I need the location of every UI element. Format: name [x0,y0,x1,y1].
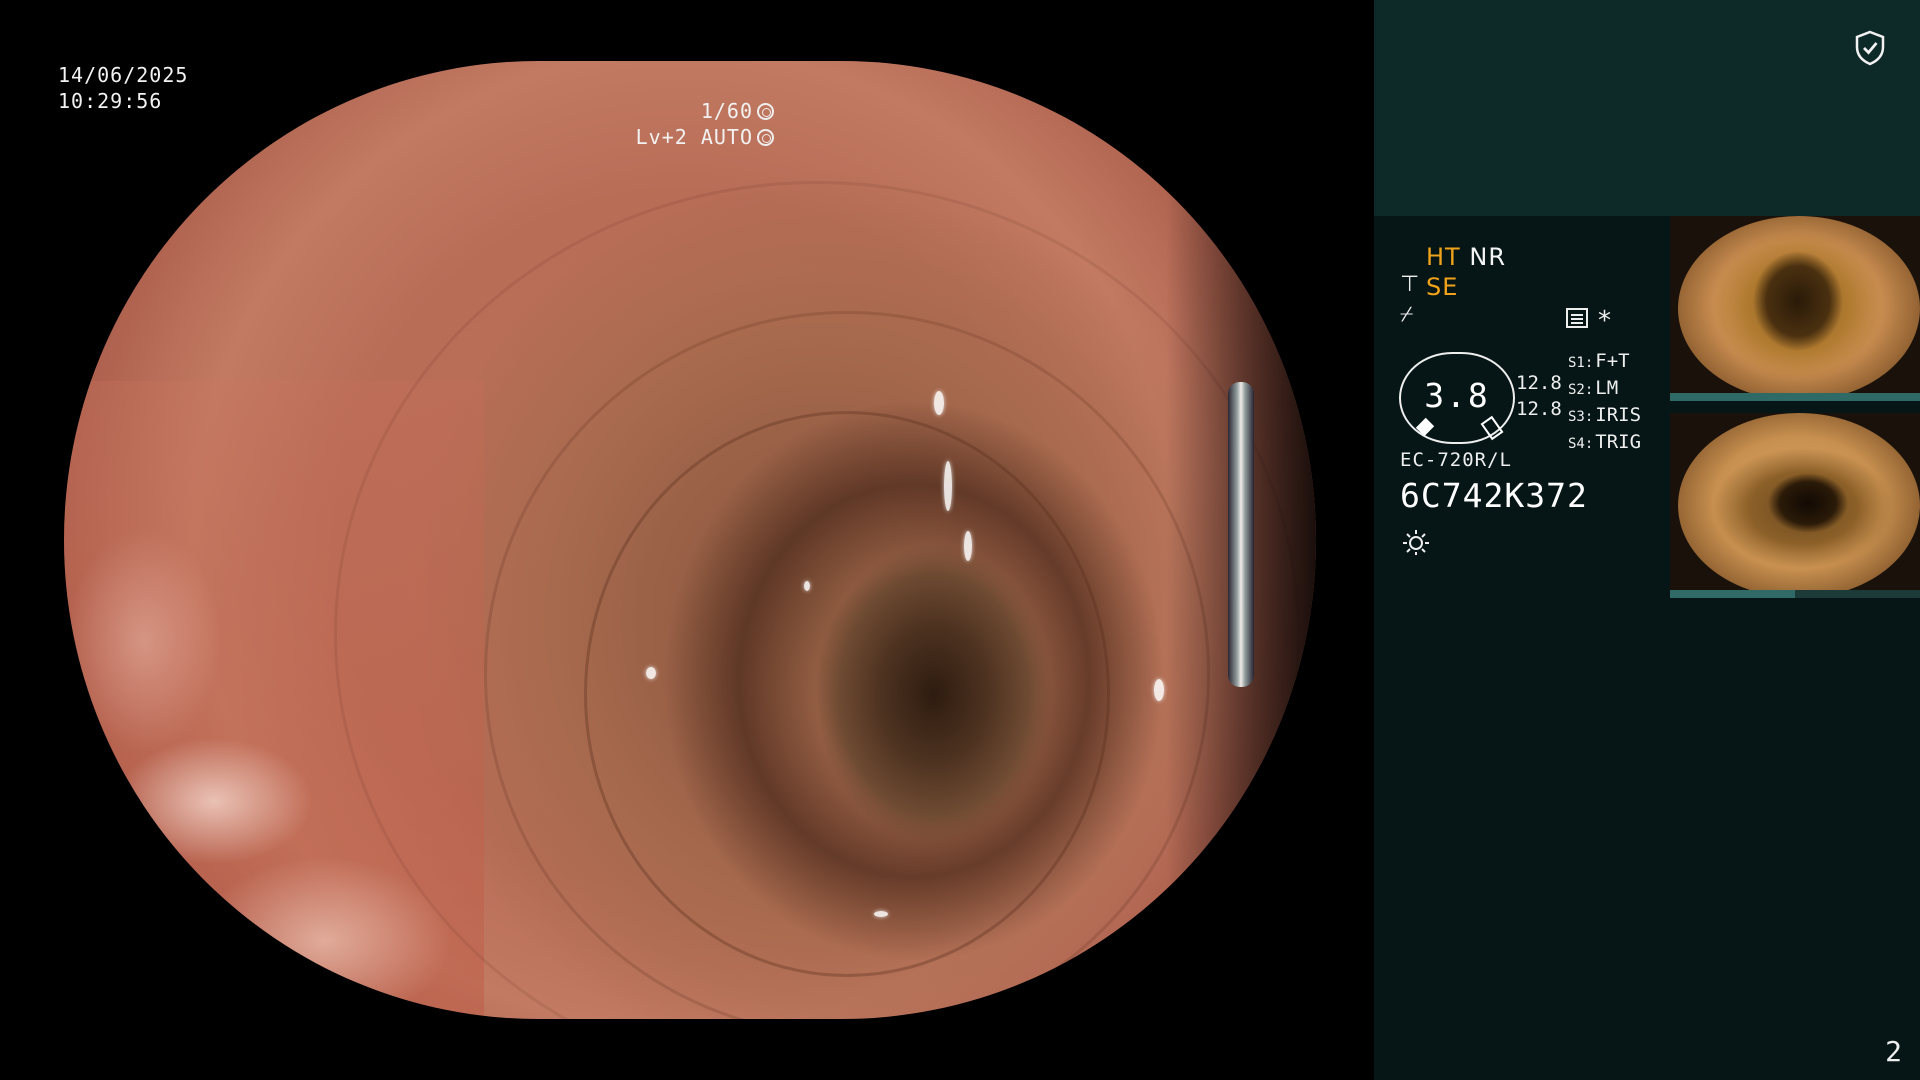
thumbnail-image [1678,216,1920,401]
auto-iris-icon [757,128,774,146]
specular-highlight [874,911,888,917]
scope-serial: 6C742K372 [1400,476,1588,515]
thumbnail-2[interactable] [1670,413,1920,598]
specular-highlight [944,461,952,511]
thumbnail-image [1678,413,1920,598]
mode-ht-nr: HT NR [1426,243,1506,271]
mode-se: SE [1426,273,1458,301]
setting-row: S4: TRIG [1568,431,1642,453]
instrument-tip [1228,382,1254,687]
switch-settings: S1: F+T S2: LM S3: IRIS S4: TRIG [1568,349,1641,457]
brightness-dial: 3.8 [1399,352,1515,444]
shutter-row: 1/60 [554,98,774,124]
scope-model: EC-720R/L [1400,449,1512,471]
time-text: 10:29:56 [58,89,163,113]
thumbnail-progress [1670,393,1920,401]
info-panel: HT NR ⊤ SE ⌿ * 3.8 12.8 12.8 S1: F+T S2: L… [1374,0,1920,1080]
shutter-text: 1/60 [700,99,753,123]
dial-value: 3.8 [1424,376,1490,415]
specular-highlight [934,391,944,415]
dial-marker-icon [1480,415,1504,441]
endoscope-live-image [64,61,1316,1019]
specular-highlight [1154,679,1164,701]
shield-check-icon[interactable] [1854,30,1886,66]
dial-marker-icon [1415,417,1435,437]
page-number: 2 [1885,1035,1902,1068]
asterisk-icon: * [1598,306,1611,336]
thumbnail-progress [1670,590,1920,598]
gain-bottom: 12.8 [1516,398,1562,420]
specular-highlight [646,667,656,679]
menu-list-icon [1566,308,1588,328]
date-text: 14/06/2025 [58,63,189,87]
setting-row: S1: F+T [1568,350,1630,372]
gain-values: 12.8 12.8 [1516,370,1562,422]
level-text: Lv+2 AUTO [635,125,753,149]
exposure-overlay: 1/60 Lv+2 AUTO [554,98,774,150]
endoscope-image-area: 14/06/2025 10:29:56 1/60 Lv+2 AUTO [0,0,1374,1080]
mode-nr-text: NR [1469,243,1506,271]
freeze-icon: ⌿ [1400,302,1414,327]
light-source-icon [1403,530,1429,555]
specular-highlight [804,581,810,591]
panel-header [1374,0,1920,216]
date-time-overlay: 14/06/2025 10:29:56 [58,62,188,114]
mucosal-fold [334,181,1300,1019]
setting-row: S3: IRIS [1568,404,1642,426]
level-row: Lv+2 AUTO [554,124,774,150]
setting-row: S2: LM [1568,377,1619,399]
thumbnail-1[interactable] [1670,216,1920,401]
scope-function-icon: ⊤ [1400,272,1420,297]
mode-ht-text: HT [1426,243,1461,271]
mode-se-text: SE [1426,273,1459,301]
gain-top: 12.8 [1516,372,1562,394]
specular-highlight [964,531,972,561]
captured-thumbnails [1670,216,1920,610]
aperture-icon [757,102,774,120]
